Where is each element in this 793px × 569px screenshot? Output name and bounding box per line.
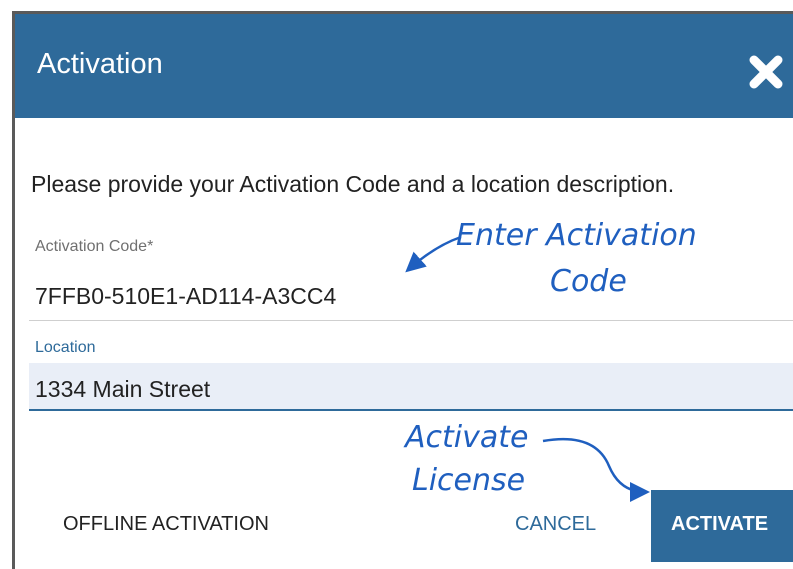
location-field[interactable]: 1334 Main Street xyxy=(29,363,793,411)
arrow-to-activate-button xyxy=(542,437,650,502)
close-icon[interactable] xyxy=(746,52,786,92)
activate-button[interactable]: ACTIVATE xyxy=(651,490,793,562)
activation-code-input[interactable]: 7FFB0-510E1-AD114-A3CC4 xyxy=(35,285,336,308)
annotation-enter-code-line1: Enter Activation xyxy=(456,218,697,253)
activate-button-label: ACTIVATE xyxy=(671,513,769,535)
annotation-activate-line1: Activate xyxy=(405,420,529,455)
activation-code-underline xyxy=(29,320,793,321)
activation-dialog: Activation Please provide your Activatio… xyxy=(12,11,793,569)
activation-code-label: Activation Code* xyxy=(35,238,154,255)
cancel-button[interactable]: CANCEL xyxy=(515,514,596,534)
dialog-header: Activation xyxy=(15,14,793,118)
offline-activation-button[interactable]: OFFLINE ACTIVATION xyxy=(63,514,269,534)
annotation-activate-line2: License xyxy=(412,463,526,498)
instructions-text: Please provide your Activation Code and … xyxy=(31,171,675,197)
dialog-title: Activation xyxy=(37,48,163,80)
annotation-enter-code-line2: Code xyxy=(550,264,627,299)
arrow-to-activation-code xyxy=(405,235,462,273)
location-label: Location xyxy=(35,339,96,356)
location-input[interactable]: 1334 Main Street xyxy=(35,378,210,401)
